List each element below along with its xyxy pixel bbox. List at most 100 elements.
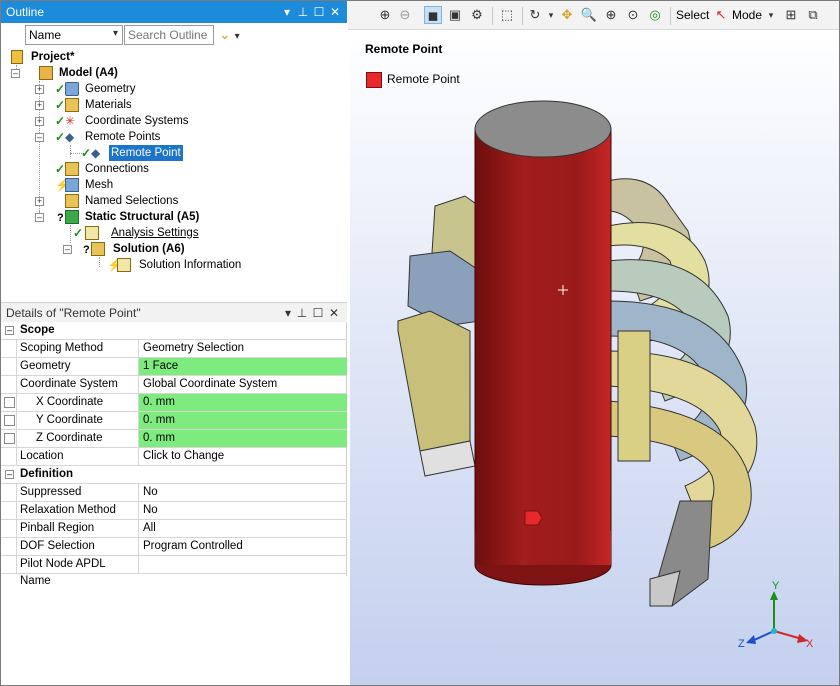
pin-icon[interactable]: ⊥ xyxy=(295,4,311,20)
property-value[interactable]: All xyxy=(139,520,347,537)
static-structural-icon xyxy=(65,210,79,224)
tree-label: Project* xyxy=(31,51,75,63)
legend-label: Remote Point xyxy=(387,72,460,86)
section-label: Definition xyxy=(20,468,74,480)
property-value[interactable]: Program Controlled xyxy=(139,538,347,555)
solid-view-icon[interactable]: ◼ xyxy=(424,6,442,24)
property-name: X Coordinate xyxy=(18,394,139,411)
expand-icon[interactable]: + xyxy=(35,85,44,94)
tree-label: Solution Information xyxy=(139,259,242,271)
check-icon: ✓ xyxy=(55,130,66,144)
cube-icon[interactable]: ▣ xyxy=(446,6,464,24)
collapse-icon[interactable]: – xyxy=(11,69,20,78)
maximize-icon[interactable]: ☐ xyxy=(311,4,327,20)
viewport-title: Remote Point xyxy=(365,42,443,56)
collapse-icon[interactable]: – xyxy=(63,245,72,254)
property-value[interactable] xyxy=(139,556,347,573)
box-zoom-icon[interactable]: ⊕ xyxy=(602,6,620,24)
chevron-down-icon[interactable]: ▾ xyxy=(762,6,780,24)
tree-label: Connections xyxy=(85,163,149,175)
parameter-checkbox[interactable] xyxy=(4,397,15,408)
filter-options-icon[interactable]: ⌄ ▾ xyxy=(219,25,247,45)
section-scope[interactable]: – Scope xyxy=(1,322,346,340)
property-value[interactable]: No xyxy=(139,484,347,501)
row-location[interactable]: Location Click to Change xyxy=(1,448,346,466)
row-suppressed[interactable]: Suppressed No xyxy=(1,484,346,502)
section-definition[interactable]: – Definition xyxy=(1,466,346,484)
row-coordinate-system[interactable]: Coordinate System Global Coordinate Syst… xyxy=(1,376,346,394)
pin-icon[interactable]: ⊥ xyxy=(295,305,309,321)
property-name: Pinball Region xyxy=(18,520,139,537)
pane-menu-icon[interactable]: ▾ xyxy=(279,4,295,20)
property-value[interactable]: 0. mm xyxy=(139,430,347,447)
tree-label: Remote Points xyxy=(85,131,161,143)
row-geometry[interactable]: Geometry 1 Face xyxy=(1,358,347,376)
vertex-select-icon[interactable]: ⊞ xyxy=(782,6,800,24)
remote-point-icon: ◆ xyxy=(91,146,101,160)
graphics-viewport[interactable]: Remote Point Remote Point Y X Z xyxy=(350,31,839,685)
property-value[interactable]: Click to Change xyxy=(139,448,347,465)
row-pinball-region[interactable]: Pinball Region All xyxy=(1,520,346,538)
maximize-icon[interactable]: ☐ xyxy=(311,305,325,321)
parameter-checkbox[interactable] xyxy=(4,433,15,444)
row-pilot-node-apdl-name[interactable]: Pilot Node APDL Name xyxy=(1,556,347,587)
edge-select-icon[interactable]: ⧉ xyxy=(804,6,822,24)
selection-box-icon[interactable]: ⬚ xyxy=(498,6,516,24)
check-icon: ✓ xyxy=(55,82,66,96)
tree-label: Solution (A6) xyxy=(113,243,185,255)
expand-icon[interactable]: + xyxy=(35,117,44,126)
triad-y-label: Y xyxy=(772,580,780,592)
property-name: Pilot Node APDL Name xyxy=(18,556,139,587)
row-relaxation-method[interactable]: Relaxation Method No xyxy=(1,502,346,520)
filter-type-select[interactable]: Name ▾ xyxy=(25,25,123,45)
details-title: Details of "Remote Point" xyxy=(6,306,141,320)
property-name: Y Coordinate xyxy=(18,412,139,429)
tree-label: Mesh xyxy=(85,179,114,191)
property-value[interactable]: Global Coordinate System xyxy=(139,376,347,393)
property-name: Suppressed xyxy=(18,484,139,501)
zoom-in-icon[interactable]: ⊕ xyxy=(376,6,394,24)
mode-button[interactable]: Mode xyxy=(732,8,762,22)
cursor-icon[interactable]: ↖ xyxy=(712,6,730,24)
model-geometry[interactable] xyxy=(350,31,839,685)
solution-icon xyxy=(91,242,105,256)
collapse-icon[interactable]: – xyxy=(5,470,14,479)
pane-menu-icon[interactable]: ▾ xyxy=(281,305,295,321)
property-value[interactable]: Geometry Selection xyxy=(139,340,347,357)
wireframe-icon[interactable]: ⚙ xyxy=(468,6,486,24)
close-icon[interactable]: ✕ xyxy=(327,4,343,20)
row-dof-selection[interactable]: DOF Selection Program Controlled xyxy=(1,538,346,556)
property-name: Scoping Method xyxy=(18,340,139,357)
expand-icon[interactable]: + xyxy=(35,197,44,206)
select-label[interactable]: Select xyxy=(676,8,709,22)
row-y-coordinate[interactable]: Y Coordinate 0. mm xyxy=(1,412,347,430)
details-grid: – Scope Scoping Method Geometry Selectio… xyxy=(1,322,347,587)
pan-icon[interactable]: ✥ xyxy=(558,6,576,24)
tree-label: Model (A4) xyxy=(59,67,118,79)
collapse-icon[interactable]: – xyxy=(35,213,44,222)
zoom-to-fit-icon[interactable]: ◎ xyxy=(646,6,664,24)
search-outline-input[interactable] xyxy=(124,25,214,45)
geometry-icon xyxy=(65,82,79,96)
collapse-icon[interactable]: – xyxy=(35,133,44,142)
property-value[interactable]: No xyxy=(139,502,347,519)
close-icon[interactable]: ✕ xyxy=(327,305,341,321)
zoom-icon[interactable]: 🔍 xyxy=(580,6,598,24)
row-z-coordinate[interactable]: Z Coordinate 0. mm xyxy=(1,430,347,448)
row-x-coordinate[interactable]: X Coordinate 0. mm xyxy=(1,394,347,412)
tree-label: Coordinate Systems xyxy=(85,115,189,127)
property-value[interactable]: 0. mm xyxy=(139,394,347,411)
zoom-out-icon[interactable]: ⊖ xyxy=(396,6,414,24)
collapse-icon[interactable]: – xyxy=(5,326,14,335)
zoom-fit-icon[interactable]: ⊙ xyxy=(624,6,642,24)
property-name: Coordinate System xyxy=(18,376,139,393)
outline-title: Outline xyxy=(6,5,45,19)
row-scoping-method[interactable]: Scoping Method Geometry Selection xyxy=(1,340,346,358)
property-value[interactable]: 1 Face xyxy=(139,358,347,375)
expand-icon[interactable]: + xyxy=(35,101,44,110)
coordinate-systems-icon: ✳ xyxy=(65,114,76,128)
tree-label: Named Selections xyxy=(85,195,179,207)
parameter-checkbox[interactable] xyxy=(4,415,15,426)
property-name: Geometry xyxy=(18,358,139,375)
property-value[interactable]: 0. mm xyxy=(139,412,347,429)
